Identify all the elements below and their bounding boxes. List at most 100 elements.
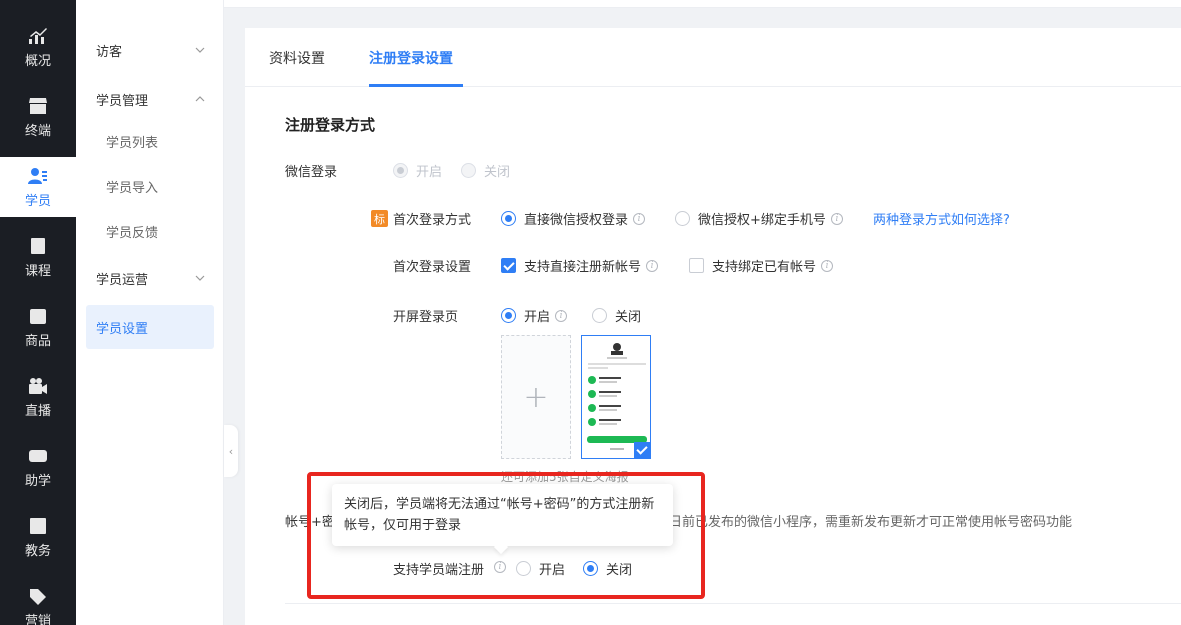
- splash-login-page-label: 开屏登录页: [393, 310, 459, 325]
- first-login-settings-label: 首次登录设置: [393, 260, 472, 275]
- checkbox-label: 支持绑定已有帐号: [712, 260, 817, 275]
- radio-dot: [675, 211, 690, 226]
- radio-label: 关闭: [606, 563, 633, 578]
- nav-label: 终端: [24, 123, 51, 139]
- radio-label: 微信授权+绑定手机号: [698, 213, 826, 228]
- subnav-group-label: 学员运营: [96, 272, 149, 288]
- checkbox-box: [501, 258, 516, 273]
- login-method-help-link[interactable]: 两种登录方式如何选择?: [873, 209, 1010, 228]
- nav-label: 概况: [24, 53, 51, 69]
- section-title: 注册登录方式: [285, 116, 376, 134]
- nav-marketing[interactable]: 营销: [0, 577, 76, 625]
- subnav-item-student-feedback[interactable]: 学员反馈: [86, 211, 214, 251]
- default-poster-thumbnail[interactable]: [581, 335, 651, 459]
- account-password-label: 帐号+密: [285, 515, 335, 530]
- subnav-item-student-settings[interactable]: 学员设置: [86, 305, 214, 349]
- tag-badge: 标: [371, 210, 388, 227]
- radio-dot: [583, 561, 598, 576]
- allow-student-register-label: 支持学员端注册: [393, 563, 485, 578]
- nav-label: 助学: [24, 473, 51, 489]
- subnav-group-student-operations[interactable]: 学员运营: [86, 258, 214, 298]
- tab-register-login-settings[interactable]: 注册登录设置: [369, 48, 453, 68]
- subnav-group-visitors[interactable]: 访客: [86, 30, 214, 70]
- splash-login-off-radio[interactable]: 关闭: [592, 306, 641, 325]
- nav-products[interactable]: 商品: [0, 297, 76, 357]
- nav-students[interactable]: 学员: [0, 157, 76, 217]
- add-poster-upload[interactable]: +: [501, 335, 571, 459]
- bag-icon: [28, 306, 48, 326]
- subnav-group-student-management[interactable]: 学员管理: [86, 79, 214, 119]
- checkbox-box: [689, 258, 704, 273]
- chevron-down-icon: [195, 47, 205, 53]
- info-icon[interactable]: i: [830, 212, 843, 225]
- main-nav-rail: 概况 终端 学员 课程 商品 直播 助学 教务 营销: [0, 0, 76, 625]
- section-divider: [285, 603, 1181, 604]
- nav-overview[interactable]: 概况: [0, 17, 76, 77]
- radio-label: 开启: [539, 563, 566, 578]
- chevron-left-icon: ‹: [228, 444, 234, 458]
- subnav-item-label: 学员设置: [96, 321, 149, 337]
- student-register-off-radio[interactable]: 关闭: [583, 559, 632, 578]
- nav-academic[interactable]: 教务: [0, 507, 76, 567]
- direct-wechat-auth-radio[interactable]: 直接微信授权登录 i: [501, 209, 646, 228]
- info-icon[interactable]: i: [633, 212, 646, 225]
- subnav-item-label: 学员反馈: [106, 225, 159, 241]
- subnav-group-label: 学员管理: [96, 93, 149, 109]
- clipboard-icon: [28, 516, 48, 536]
- nav-label: 学员: [24, 193, 51, 209]
- wechat-auth-bind-phone-radio[interactable]: 微信授权+绑定手机号 i: [675, 209, 843, 228]
- nav-study-aid[interactable]: 助学: [0, 437, 76, 497]
- nav-live[interactable]: 直播: [0, 367, 76, 427]
- splash-login-on-radio[interactable]: 开启 i: [501, 306, 568, 325]
- wechat-login-off-radio[interactable]: 关闭: [461, 161, 510, 180]
- chevron-down-icon: [195, 275, 205, 281]
- allow-register-new-account-checkbox[interactable]: 支持直接注册新帐号 i: [501, 256, 659, 275]
- account-password-notice: 日前已发布的微信小程序，需重新发布更新才可正常使用帐号密码功能: [669, 515, 1073, 530]
- student-subnav: 访客 学员管理 学员列表 学员导入 学员反馈 学员运营 学员设置: [76, 0, 224, 625]
- tab-profile-settings[interactable]: 资料设置: [269, 48, 325, 68]
- selected-check-icon: [634, 442, 650, 458]
- nav-courses[interactable]: 课程: [0, 227, 76, 287]
- chart-trend-icon: [28, 26, 48, 46]
- first-login-method-label: 首次登录方式: [393, 213, 472, 228]
- gamepad-icon: [28, 446, 48, 466]
- allow-bind-existing-account-checkbox[interactable]: 支持绑定已有帐号 i: [689, 256, 834, 275]
- wechat-login-on-radio[interactable]: 开启: [393, 161, 442, 180]
- register-tooltip: 关闭后，学员端将无法通过“帐号+密码”的方式注册新帐号，仅可用于登录: [332, 484, 673, 546]
- info-icon[interactable]: i: [494, 561, 506, 573]
- wechat-login-label: 微信登录: [285, 165, 338, 180]
- radio-dot: [592, 308, 607, 323]
- nav-label: 营销: [24, 613, 51, 625]
- subnav-item-label: 学员列表: [106, 135, 159, 151]
- tag-icon: [28, 586, 48, 606]
- radio-dot: [501, 211, 516, 226]
- radio-dot: [461, 163, 476, 178]
- nav-label: 教务: [24, 543, 51, 559]
- nav-label: 课程: [24, 263, 51, 279]
- subnav-item-student-list[interactable]: 学员列表: [86, 121, 214, 161]
- nav-label: 商品: [24, 333, 51, 349]
- student-register-on-radio[interactable]: 开启: [516, 559, 565, 578]
- subnav-item-student-import[interactable]: 学员导入: [86, 166, 214, 206]
- book-icon: [28, 236, 48, 256]
- subnav-group-label: 访客: [96, 44, 123, 60]
- radio-label: 关闭: [615, 310, 642, 325]
- shop-icon: [28, 96, 48, 116]
- info-icon[interactable]: i: [646, 259, 659, 272]
- radio-dot: [516, 561, 531, 576]
- top-strip: [76, 0, 1181, 8]
- radio-label: 直接微信授权登录: [524, 213, 629, 228]
- chevron-up-icon: [195, 96, 205, 102]
- nav-label: 直播: [24, 403, 51, 419]
- radio-label: 开启: [416, 165, 443, 180]
- collapse-sidebar-handle[interactable]: ‹: [224, 425, 238, 477]
- nav-terminal[interactable]: 终端: [0, 87, 76, 147]
- checkbox-label: 支持直接注册新帐号: [524, 260, 642, 275]
- radio-label: 开启: [524, 310, 551, 325]
- info-icon[interactable]: i: [555, 309, 568, 322]
- plus-icon: +: [523, 379, 549, 415]
- info-icon[interactable]: i: [821, 259, 834, 272]
- subnav-item-label: 学员导入: [106, 180, 159, 196]
- radio-dot: [393, 163, 408, 178]
- radio-label: 关闭: [484, 165, 511, 180]
